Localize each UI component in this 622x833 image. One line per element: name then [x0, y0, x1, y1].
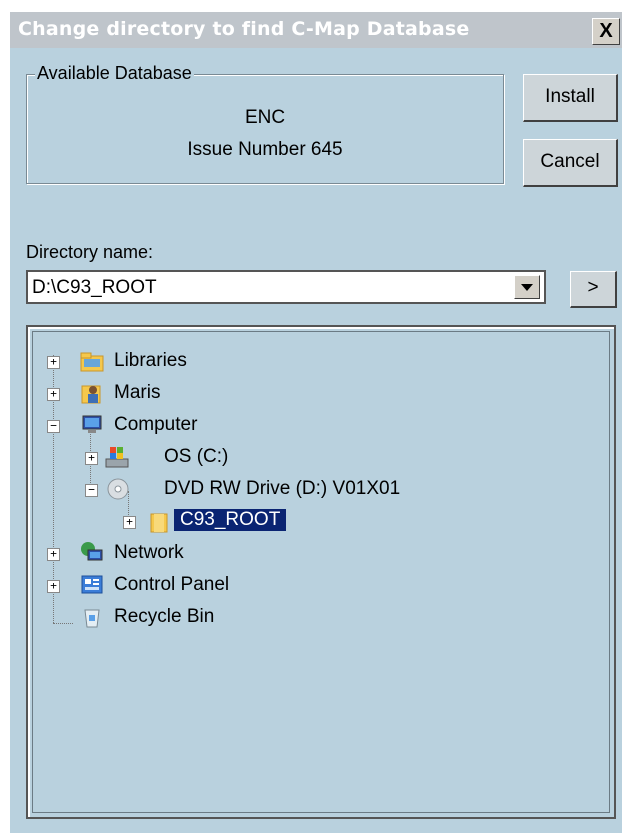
expand-icon[interactable]: + — [47, 548, 60, 561]
tree-item-label: Control Panel — [114, 574, 230, 595]
tree-item-label: OS (C:) — [164, 446, 229, 467]
tree-item-label: DVD RW Drive (D:) V01X01 — [164, 478, 401, 499]
collapse-icon[interactable]: − — [47, 420, 60, 433]
expand-icon[interactable]: + — [123, 516, 136, 529]
change-directory-dialog: Change directory to find C-Map Database … — [10, 12, 622, 833]
recycle-bin-icon — [80, 605, 104, 629]
title-bar[interactable]: Change directory to find C-Map Database … — [10, 12, 622, 48]
group-label: Available Database — [35, 63, 194, 84]
database-name: ENC — [244, 107, 286, 128]
window-title: Change directory to find C-Map Database — [18, 18, 470, 40]
close-button[interactable]: X — [592, 18, 620, 45]
tree-item-label-selected: C93_ROOT — [174, 509, 287, 531]
network-icon — [80, 541, 104, 565]
available-database-group: Available Database ENC Issue Number 645 — [26, 63, 504, 184]
directory-name-label: Directory name: — [26, 242, 154, 262]
tree-item-label: Network — [114, 542, 184, 563]
user-folder-icon — [80, 381, 104, 405]
collapse-icon[interactable]: − — [85, 484, 98, 497]
folder-icon — [148, 510, 172, 534]
database-issue: Issue Number 645 — [187, 139, 343, 160]
computer-icon — [80, 413, 104, 437]
directory-value: D:\C93_ROOT — [32, 277, 157, 298]
cancel-button[interactable]: Cancel — [523, 139, 618, 187]
expand-icon[interactable]: + — [47, 388, 60, 401]
expand-icon[interactable]: + — [85, 452, 98, 465]
tree-item-label: Maris — [114, 382, 161, 403]
dvd-drive-icon — [104, 477, 129, 501]
go-button[interactable]: > — [570, 271, 617, 308]
tree-item-label: Recycle Bin — [114, 606, 215, 627]
control-panel-icon — [80, 573, 104, 597]
hard-drive-icon — [104, 445, 129, 469]
directory-combobox[interactable]: D:\C93_ROOT — [26, 270, 546, 304]
expand-icon[interactable]: + — [47, 356, 60, 369]
folder-tree[interactable]: + Libraries + Maris − Computer + OS (C:)… — [26, 325, 616, 819]
install-button[interactable]: Install — [523, 74, 618, 122]
libraries-folder-icon — [80, 349, 104, 373]
chevron-down-icon[interactable] — [514, 275, 540, 299]
tree-item-label: Computer — [114, 414, 198, 435]
tree-item-label: Libraries — [114, 350, 187, 371]
expand-icon[interactable]: + — [47, 580, 60, 593]
tree-connector — [53, 623, 73, 624]
